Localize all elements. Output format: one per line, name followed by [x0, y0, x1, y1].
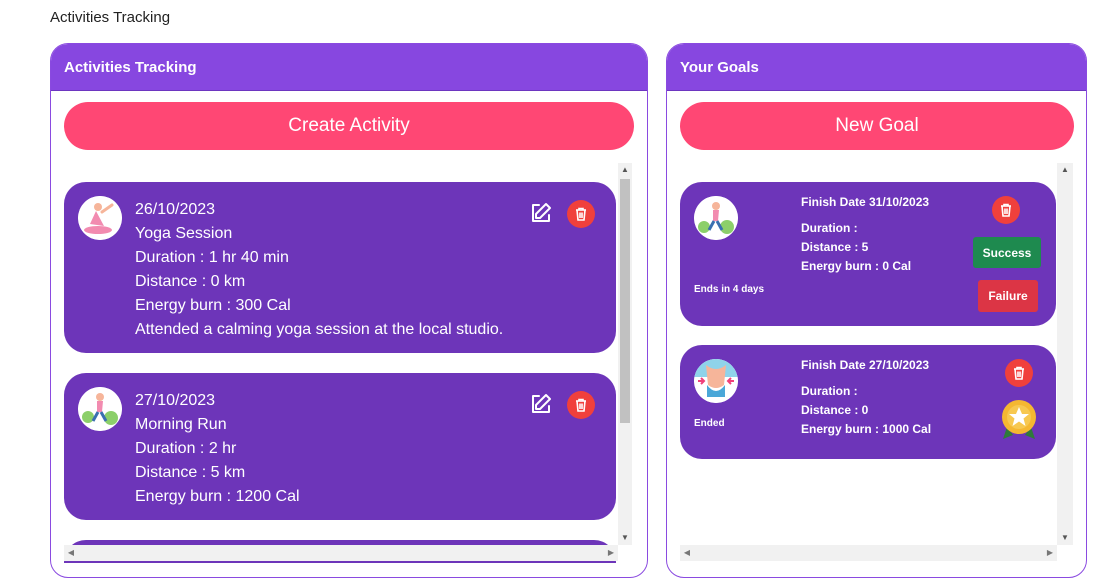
goal-distance: Distance : 5 — [801, 240, 869, 254]
activity-duration: Duration : 2 hr — [135, 440, 237, 457]
goal-card: Finish Date 27/10/2023 Duration : Distan… — [680, 345, 1056, 459]
delete-icon[interactable] — [992, 196, 1020, 224]
scroll-down-icon[interactable]: ▼ — [1057, 531, 1073, 545]
scroll-up-icon[interactable]: ▲ — [618, 163, 632, 177]
activity-distance: Distance : 5 km — [135, 464, 246, 481]
new-goal-button[interactable]: New Goal — [680, 102, 1074, 150]
activities-panel: Activities Tracking Create Activity 26/1… — [50, 43, 648, 578]
goal-finish-date: Finish Date 27/10/2023 — [801, 358, 930, 372]
goal-duration: Duration : — [801, 384, 858, 398]
goal-duration: Duration : — [801, 221, 858, 235]
success-button[interactable]: Success — [973, 237, 1041, 268]
activity-date: 26/10/2023 — [135, 201, 216, 218]
scroll-up-icon[interactable]: ▲ — [1057, 163, 1073, 177]
activity-date: 27/10/2023 — [135, 392, 216, 409]
delete-icon[interactable] — [1005, 359, 1033, 387]
activity-card: 27/10/2023 Morning Run Duration : 2 hr D… — [64, 373, 616, 520]
scroll-down-icon[interactable]: ▼ — [618, 531, 632, 545]
activity-name: Yoga Session — [135, 225, 233, 242]
edit-icon[interactable] — [529, 201, 553, 225]
goal-status: Ended — [694, 418, 725, 429]
goal-card: Finish Date 31/10/2023 Duration : Distan… — [680, 182, 1056, 326]
page-title: Activities Tracking — [50, 9, 171, 26]
goal-distance: Distance : 0 — [801, 403, 869, 417]
edit-icon[interactable] — [529, 392, 553, 416]
delete-icon[interactable] — [567, 391, 595, 419]
activities-panel-title: Activities Tracking — [51, 44, 647, 91]
goals-list[interactable]: Finish Date 31/10/2023 Duration : Distan… — [667, 163, 1057, 548]
scrollbar-thumb[interactable] — [620, 179, 630, 423]
activities-list[interactable]: 26/10/2023 Yoga Session Duration : 1 hr … — [51, 163, 619, 563]
delete-icon[interactable] — [567, 200, 595, 228]
activity-energy: Energy burn : 1200 Cal — [135, 488, 300, 505]
activity-distance: Distance : 0 km — [135, 273, 246, 290]
activity-energy: Energy burn : 300 Cal — [135, 297, 291, 314]
goal-energy: Energy burn : 0 Cal — [801, 259, 912, 273]
activity-duration: Duration : 1 hr 40 min — [135, 249, 289, 266]
waist-avatar-icon — [694, 359, 738, 403]
yoga-avatar-icon — [78, 196, 122, 240]
scroll-right-icon[interactable]: ▶ — [1043, 545, 1057, 561]
scroll-left-icon[interactable]: ◀ — [64, 545, 78, 561]
goal-finish-date: Finish Date 31/10/2023 — [801, 195, 930, 209]
activities-horizontal-scrollbar[interactable]: ◀ ▶ — [64, 545, 618, 561]
goals-horizontal-scrollbar[interactable]: ◀ ▶ — [680, 545, 1057, 561]
activities-vertical-scrollbar[interactable]: ▲ ▼ — [618, 163, 632, 545]
scroll-right-icon[interactable]: ▶ — [604, 545, 618, 561]
failure-button[interactable]: Failure — [978, 280, 1038, 312]
scroll-left-icon[interactable]: ◀ — [680, 545, 694, 561]
goals-vertical-scrollbar[interactable]: ▲ ▼ — [1057, 163, 1073, 545]
activity-card: 26/10/2023 Yoga Session Duration : 1 hr … — [64, 182, 616, 353]
activity-note: Attended a calming yoga session at the l… — [135, 321, 504, 338]
running-avatar-icon — [694, 196, 738, 240]
goal-status: Ends in 4 days — [694, 284, 765, 295]
create-activity-button[interactable]: Create Activity — [64, 102, 634, 150]
running-avatar-icon — [78, 387, 122, 431]
goals-panel-title: Your Goals — [667, 44, 1086, 91]
activity-name: Morning Run — [135, 416, 227, 433]
goals-panel: Your Goals New Goal Finish Date 31/10/20… — [666, 43, 1087, 578]
star-medal-icon — [1001, 399, 1037, 441]
goal-energy: Energy burn : 1000 Cal — [801, 422, 932, 436]
